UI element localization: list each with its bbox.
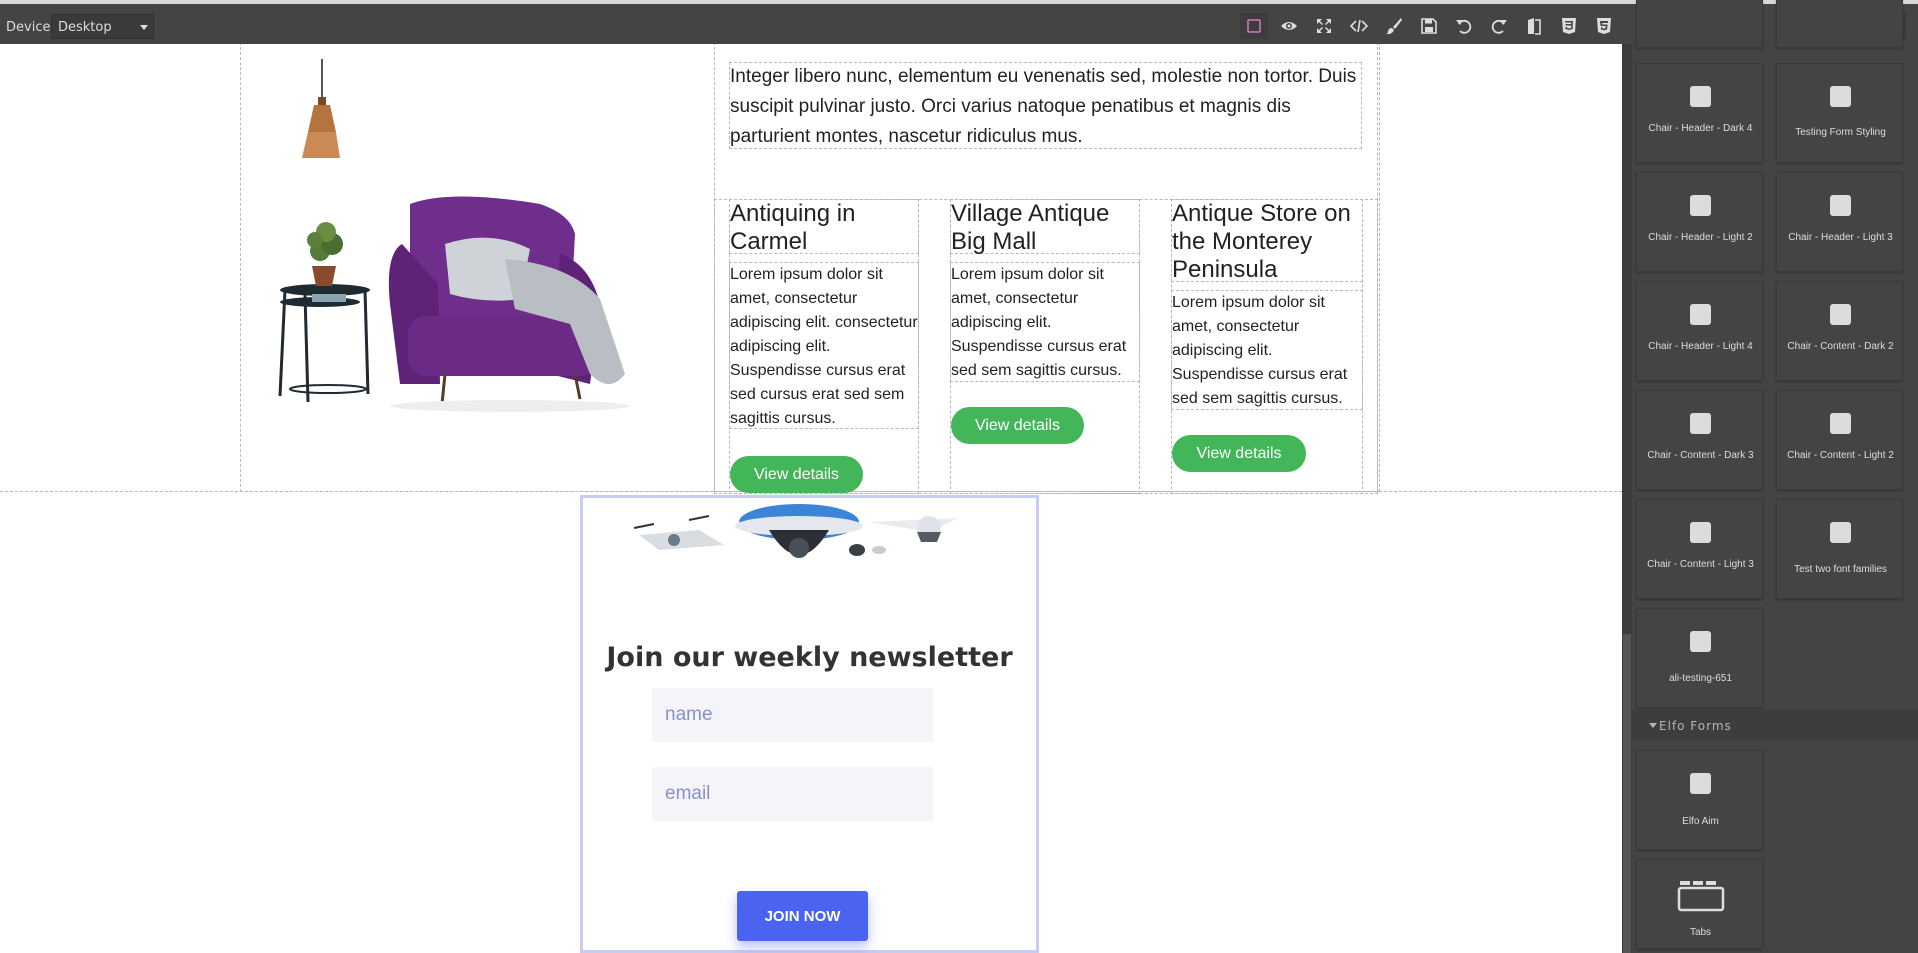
- block-label: Chair - Content - Dark 2: [1787, 341, 1894, 352]
- block-icon: [1690, 413, 1711, 434]
- block-icon: [1690, 86, 1711, 107]
- block-icon: [1690, 304, 1711, 325]
- block-icon: [1830, 304, 1851, 325]
- block-tile[interactable]: Chair - Header - Light 4: [1636, 281, 1763, 381]
- block-tile[interactable]: Testing Form Styling: [1776, 63, 1903, 163]
- block-tile[interactable]: Test two font families: [1776, 499, 1903, 599]
- block-tile[interactable]: Chair - Header - Light 2: [1636, 172, 1763, 272]
- device-label: Device: [6, 20, 51, 35]
- block-icon: [1690, 195, 1711, 216]
- html-icon[interactable]: [1590, 13, 1618, 39]
- join-now-button[interactable]: JOIN NOW: [737, 891, 868, 941]
- block-tile[interactable]: Tabs: [1636, 859, 1763, 949]
- block-icon: [1830, 522, 1851, 543]
- furniture-image: [278, 59, 630, 412]
- block-tile[interactable]: ali-testing-651: [1636, 608, 1763, 708]
- block-label: Chair - Header - Light 4: [1648, 341, 1753, 352]
- block-label: Test two font families: [1794, 564, 1887, 575]
- caret-down-icon: [140, 25, 148, 30]
- block-icon: [1830, 195, 1851, 216]
- card-body: Lorem ipsum dolor sit amet, consectetur …: [730, 266, 918, 427]
- block-label: Chair - Header - Dark 4: [1648, 123, 1753, 134]
- card-title: Antique Store on the Monterey Peninsula: [1172, 200, 1351, 283]
- intro-paragraph: Integer libero nunc, elementum eu venena…: [730, 66, 1357, 147]
- block-label: Chair - Content - Dark 3: [1647, 450, 1754, 461]
- editor-toolbar: Device Desktop: [0, 0, 1918, 44]
- fullscreen-icon[interactable]: [1310, 13, 1338, 39]
- block-label: Testing Form Styling: [1795, 127, 1886, 138]
- card-title: Village Antique Big Mall: [951, 200, 1110, 255]
- card-body: Lorem ipsum dolor sit amet, consectetur …: [1172, 294, 1348, 407]
- device-select-value: Desktop: [58, 20, 112, 35]
- newsletter-form: Join our weekly newsletter name email JO…: [580, 495, 1039, 953]
- preview-eye-icon[interactable]: [1275, 13, 1303, 39]
- blocks-panel: Chair - Header - Dark 4 Testing Form Sty…: [1622, 0, 1918, 953]
- block-tile-partial[interactable]: [1636, 0, 1763, 48]
- block-tile[interactable]: Chair - Content - Dark 2: [1776, 281, 1903, 381]
- code-icon[interactable]: [1345, 13, 1373, 39]
- drones-image: [633, 504, 959, 558]
- block-icon: [1830, 413, 1851, 434]
- block-tile[interactable]: Chair - Content - Light 2: [1776, 390, 1903, 490]
- device-select[interactable]: Desktop: [51, 14, 154, 39]
- block-tile[interactable]: Chair - Header - Light 3: [1776, 172, 1903, 272]
- css-icon[interactable]: [1555, 13, 1583, 39]
- block-label: ali-testing-651: [1669, 673, 1732, 684]
- sw-visibility-icon[interactable]: [1240, 13, 1268, 39]
- scrollbar-thumb[interactable]: [1623, 634, 1631, 953]
- view-details-button[interactable]: View details: [1172, 435, 1306, 472]
- card-title: Antiquing in Carmel: [730, 200, 856, 255]
- block-tile[interactable]: Elfo Aim: [1636, 750, 1763, 850]
- redo-icon[interactable]: [1485, 13, 1513, 39]
- panel-scrollbar[interactable]: [1622, 44, 1632, 953]
- save-icon[interactable]: [1415, 13, 1443, 39]
- block-label: Chair - Header - Light 2: [1648, 232, 1753, 243]
- block-tile[interactable]: Chair - Header - Dark 4: [1636, 63, 1763, 163]
- view-details-button[interactable]: View details: [730, 456, 863, 493]
- block-label: Chair - Content - Light 3: [1647, 559, 1754, 570]
- editor-canvas[interactable]: Integer libero nunc, elementum eu venena…: [0, 44, 1622, 953]
- caret-down-icon: [1649, 723, 1657, 728]
- tabs-icon: [1677, 881, 1725, 912]
- block-label: Tabs: [1689, 927, 1712, 938]
- block-icon: [1830, 86, 1851, 107]
- newsletter-title: Join our weekly newsletter: [606, 642, 1013, 673]
- email-field[interactable]: email: [652, 767, 933, 821]
- import-icon[interactable]: [1520, 13, 1548, 39]
- card-body: Lorem ipsum dolor sit amet, consectetur …: [951, 266, 1127, 379]
- block-icon: [1690, 773, 1711, 794]
- view-details-button[interactable]: View details: [951, 407, 1084, 444]
- category-label: Elfo Forms: [1659, 719, 1732, 733]
- block-icon: [1690, 522, 1711, 543]
- category-elfo-forms[interactable]: Elfo Forms: [1632, 710, 1918, 740]
- block-tile-partial[interactable]: [1776, 0, 1903, 48]
- block-label: Chair - Header - Light 3: [1788, 232, 1893, 243]
- block-label: Chair - Content - Light 2: [1787, 450, 1894, 461]
- block-tile[interactable]: Chair - Content - Light 3: [1636, 499, 1763, 599]
- brush-icon[interactable]: [1380, 13, 1408, 39]
- undo-icon[interactable]: [1450, 13, 1478, 39]
- block-tile[interactable]: Chair - Content - Dark 3: [1636, 390, 1763, 490]
- name-field[interactable]: name: [652, 688, 933, 742]
- block-icon: [1690, 631, 1711, 652]
- block-label: Elfo Aim: [1682, 816, 1719, 827]
